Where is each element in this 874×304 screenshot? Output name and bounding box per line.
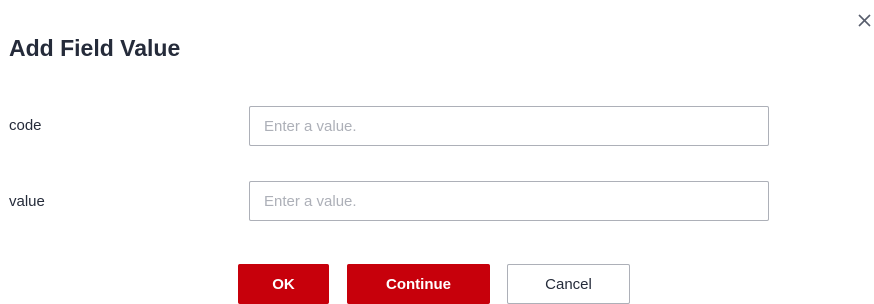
dialog-title: Add Field Value	[9, 35, 181, 61]
code-label: code	[9, 117, 42, 134]
code-input[interactable]	[249, 106, 769, 146]
cancel-button[interactable]: Cancel	[507, 264, 630, 304]
value-label: value	[9, 193, 45, 210]
add-field-value-dialog: Add Field Value code value OK Continue C…	[0, 0, 874, 304]
continue-button-label: Continue	[386, 275, 451, 293]
ok-button[interactable]: OK	[238, 264, 329, 304]
ok-button-label: OK	[272, 275, 295, 293]
close-button[interactable]	[855, 11, 874, 30]
value-input[interactable]	[249, 181, 769, 221]
continue-button[interactable]: Continue	[347, 264, 490, 304]
close-icon	[855, 11, 874, 30]
cancel-button-label: Cancel	[545, 275, 592, 293]
